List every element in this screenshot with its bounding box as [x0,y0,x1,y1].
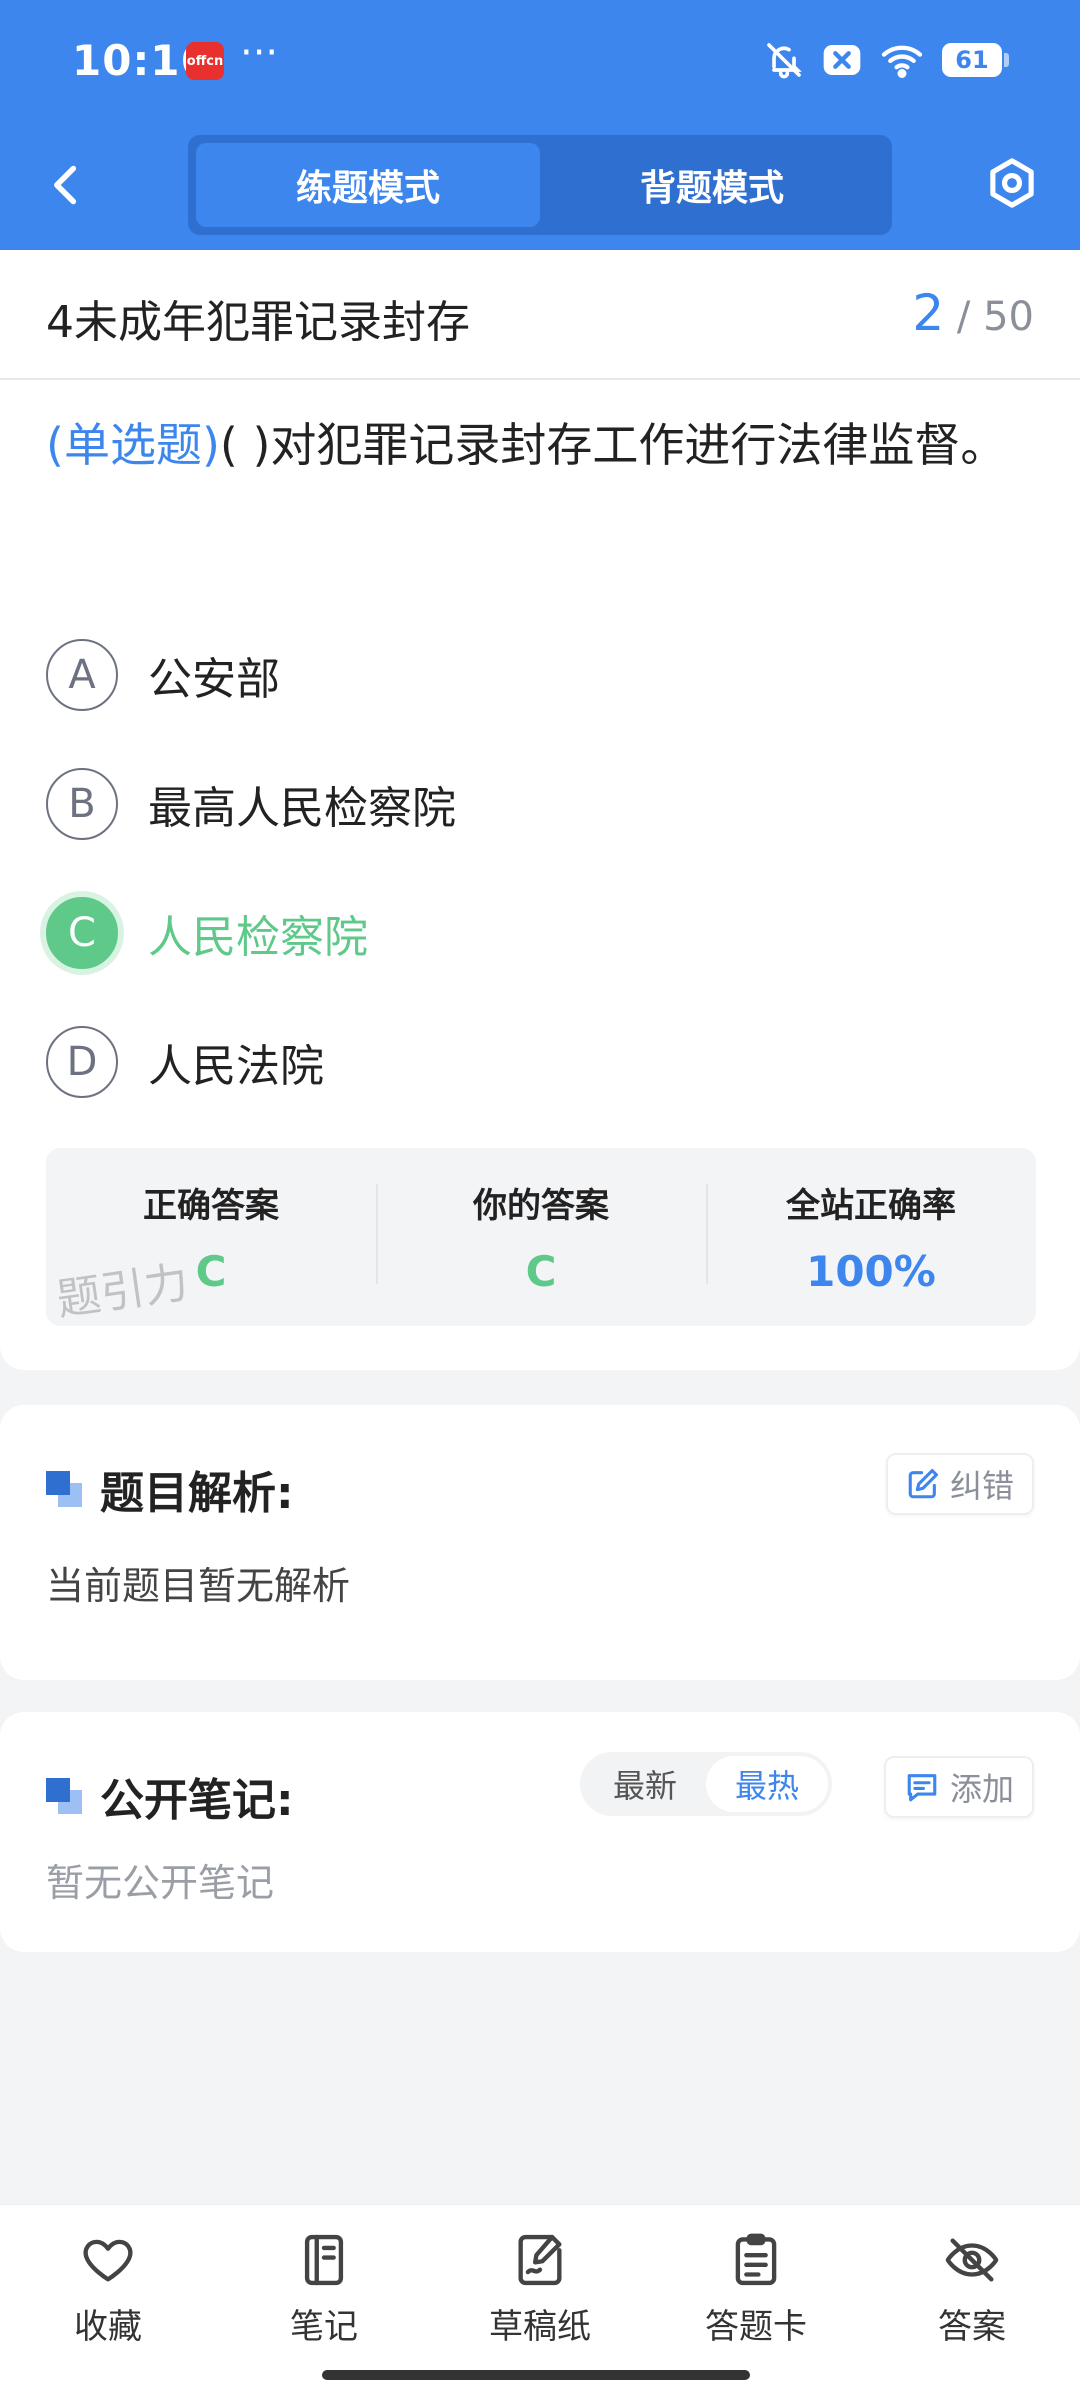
question-card: 4未成年犯罪记录封存 2 / 50 (单选题)( )对犯罪记录封存工作进行法律监… [0,250,1080,1370]
answer-summary: 正确答案 C 你的答案 C 全站正确率 100% [46,1148,1036,1326]
section-square-icon [46,1778,82,1814]
option-c[interactable]: C 人民检察院 [46,868,1036,997]
notes-title: 公开笔记: [46,1764,294,1828]
option-a[interactable]: A 公安部 [46,610,1036,739]
option-text: 公安部 [148,653,280,705]
close-box-icon [823,45,861,75]
topic-row: 4未成年犯罪记录封存 2 / 50 [0,250,1080,380]
answer-card-icon [735,2233,777,2286]
eye-off-icon [945,2238,999,2282]
notes-title-text: 公开笔记: [100,1775,294,1826]
battery-icon: 61 [942,43,1009,77]
battery-level: 61 [955,46,989,74]
site-accuracy-value: 100% [806,1247,936,1296]
settings-hexagon-icon [990,158,1034,208]
tab-memorize-mode[interactable]: 背题模式 [540,143,884,227]
nav-bar: 练题模式 背题模式 [0,125,1080,250]
report-error-button[interactable]: 纠错 [885,1453,1034,1515]
option-letter: A [46,638,118,711]
option-text: 人民法院 [148,1040,324,1092]
edit-icon [908,1468,939,1499]
notes-sort-toggle: 最新 最热 [580,1752,832,1816]
status-bar: 10:16 offcn ··· 61 [0,0,1080,125]
section-square-icon [46,1471,82,1507]
analysis-body: 当前题目暂无解析 [46,1564,351,1608]
site-accuracy-label: 全站正确率 [786,1186,956,1226]
add-note-button[interactable]: 添加 [883,1756,1034,1818]
analysis-card: 题目解析: 纠错 当前题目暂无解析 [0,1405,1080,1680]
back-button[interactable] [36,155,96,215]
add-note-label: 添加 [949,1770,1014,1808]
question-stem: (单选题)( )对犯罪记录封存工作进行法律监督。 [46,400,1036,490]
home-indicator[interactable] [322,2370,750,2380]
your-answer-label: 你的答案 [473,1186,609,1226]
question-progress: 2 / 50 [912,284,1034,342]
analysis-title-text: 题目解析: [100,1468,294,1519]
question-text: ( )对犯罪记录封存工作进行法律监督。 [219,418,1007,472]
bell-off-icon [767,43,802,79]
option-b[interactable]: B 最高人民检察院 [46,739,1036,868]
site-accuracy: 全站正确率 100% [706,1178,1036,1296]
tab-practice-mode[interactable]: 练题模式 [196,143,540,227]
total-question-number: 50 [983,294,1034,340]
report-error-label: 纠错 [949,1467,1014,1505]
draft-icon [518,2234,562,2286]
show-answer-button[interactable]: 答案 [864,2205,1080,2400]
question-type: (单选题) [46,418,220,472]
topic-title: 4未成年犯罪记录封存 [46,297,470,348]
sort-latest[interactable]: 最新 [584,1756,706,1812]
favorite-button[interactable]: 收藏 [0,2205,216,2400]
correct-answer-label: 正确答案 [143,1186,279,1226]
your-answer-value: C [525,1247,557,1296]
public-notes-card: 公开笔记: 最新 最热 添加 暂无公开笔记 [0,1712,1080,1952]
comment-icon [907,1774,937,1802]
option-text: 人民检察院 [148,911,368,963]
current-question-number: 2 [912,284,945,342]
option-letter: D [46,1025,118,1098]
header: 10:16 offcn ··· 61 练题模式 背题模式 [0,0,1080,250]
notes-body: 暂无公开笔记 [46,1861,275,1905]
show-answer-label: 答案 [938,2307,1006,2347]
chevron-left-icon [54,165,77,205]
notes-label: 笔记 [290,2307,358,2347]
notebook-icon [304,2234,344,2286]
settings-button[interactable] [980,151,1044,215]
option-list: A 公安部 B 最高人民检察院 C 人民检察院 D 人民法院 [46,610,1036,1126]
option-text: 最高人民检察院 [148,782,456,834]
system-icons: 61 [764,40,1009,80]
answer-card-label: 答题卡 [705,2307,807,2347]
your-answer: 你的答案 C [376,1178,706,1296]
option-d[interactable]: D 人民法院 [46,997,1036,1126]
wifi-icon [881,45,923,78]
offcn-app-icon: offcn [186,42,224,80]
analysis-title: 题目解析: [46,1457,294,1521]
sort-hottest[interactable]: 最热 [706,1756,828,1812]
mode-switch: 练题模式 背题模式 [188,135,892,235]
favorite-label: 收藏 [74,2307,142,2347]
progress-separator: / [956,294,971,340]
more-notifications-icon: ··· [240,30,279,76]
option-letter: C [46,896,118,969]
draft-paper-label: 草稿纸 [489,2307,591,2347]
option-letter: B [46,767,118,840]
heart-icon [83,2239,133,2282]
